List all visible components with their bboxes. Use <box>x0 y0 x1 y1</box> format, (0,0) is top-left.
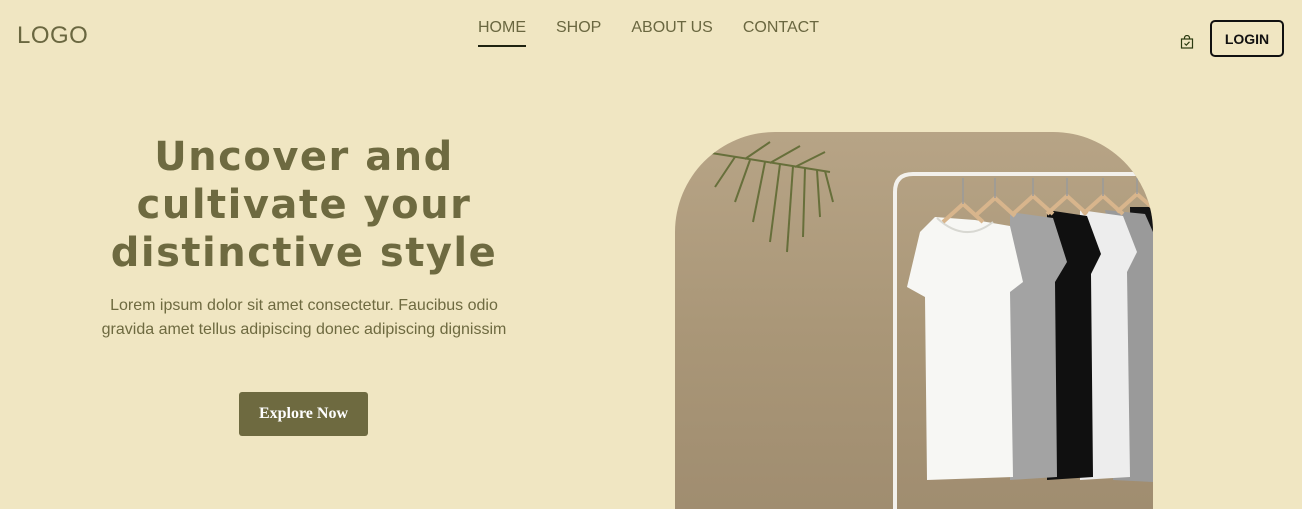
nav-item-shop[interactable]: SHOP <box>556 19 601 47</box>
main-nav: HOME SHOP ABOUT US CONTACT <box>478 19 819 47</box>
explore-now-button[interactable]: Explore Now <box>239 392 368 436</box>
nav-item-home[interactable]: HOME <box>478 19 526 47</box>
nav-item-about-us[interactable]: ABOUT US <box>631 19 713 47</box>
hero-description: Lorem ipsum dolor sit amet consectetur. … <box>101 297 507 338</box>
palm-leaf-decoration <box>704 141 834 253</box>
tshirt-group <box>907 207 1153 482</box>
hanger-hooks <box>962 178 1138 204</box>
hero-clothing-rack-image <box>675 132 1153 509</box>
hero-title: Uncover and cultivate your distinctive s… <box>110 134 498 276</box>
login-button[interactable]: LOGIN <box>1210 20 1284 57</box>
shopping-bag-icon[interactable] <box>1180 34 1194 49</box>
site-logo[interactable]: LOGO <box>17 22 88 50</box>
nav-item-contact[interactable]: CONTACT <box>743 19 819 47</box>
